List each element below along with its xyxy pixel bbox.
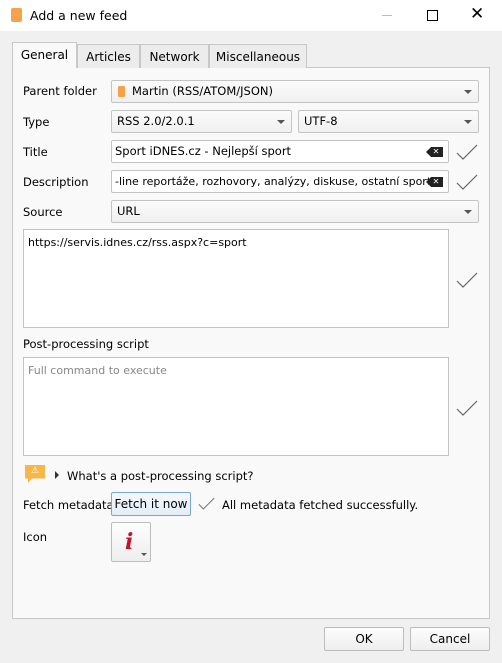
icon-picker-button[interactable]: i (111, 522, 151, 562)
check-icon (198, 497, 215, 510)
maximize-button[interactable] (427, 10, 438, 21)
check-icon (456, 400, 478, 416)
chevron-down-icon (277, 120, 285, 124)
description-value: -line reportáže, rozhovory, analýzy, dis… (115, 175, 440, 188)
url-value: https://servis.idnes.cz/rss.aspx?c=sport (28, 236, 247, 249)
title-label: Title (23, 145, 48, 159)
rss-icon (11, 8, 22, 22)
parent-folder-value: Martin (RSS/ATOM/JSON) (132, 84, 273, 98)
close-button[interactable]: ✕ (470, 4, 484, 24)
rss-folder-icon (118, 86, 125, 97)
fetch-it-now-button[interactable]: Fetch it now (111, 492, 191, 516)
fetch-metadata-label: Fetch metadata (23, 498, 114, 512)
icon-label: Icon (23, 530, 48, 544)
ok-button[interactable]: OK (324, 627, 404, 651)
tab-miscellaneous[interactable]: Miscellaneous (209, 44, 307, 68)
window-title: Add a new feed (30, 8, 128, 23)
chevron-down-icon (464, 90, 472, 94)
post-processing-placeholder: Full command to execute (28, 364, 167, 377)
tab-articles[interactable]: Articles (77, 44, 140, 68)
chevron-down-icon (464, 120, 472, 124)
tab-general[interactable]: General (12, 42, 77, 68)
parent-folder-label: Parent folder (23, 84, 97, 98)
fetch-status: All metadata fetched successfully. (222, 498, 419, 512)
url-textarea[interactable]: https://servis.idnes.cz/rss.aspx?c=sport (23, 229, 449, 328)
chevron-down-icon (464, 210, 472, 214)
expand-arrow-icon[interactable] (55, 471, 59, 479)
encoding-value: UTF-8 (304, 114, 338, 128)
source-label: Source (23, 205, 63, 219)
check-icon (456, 174, 478, 190)
title-input[interactable]: Sport iDNES.cz - Nejlepší sport ✕ (111, 140, 449, 163)
check-icon (456, 144, 478, 160)
feed-icon: i (125, 529, 134, 555)
description-input[interactable]: -line reportáže, rozhovory, analýzy, dis… (111, 170, 449, 193)
clear-icon[interactable]: ✕ (426, 147, 443, 157)
title-value: Sport iDNES.cz - Nejlepší sport (115, 144, 292, 158)
chevron-down-icon (141, 553, 147, 556)
type-label: Type (23, 115, 50, 129)
tab-network[interactable]: Network (140, 44, 209, 68)
description-label: Description (23, 175, 89, 189)
post-processing-hint-link[interactable]: What's a post-processing script? (67, 469, 254, 483)
source-value: URL (117, 204, 140, 218)
source-combo[interactable]: URL (111, 200, 479, 223)
post-processing-textarea[interactable]: Full command to execute (23, 357, 449, 456)
check-icon (456, 272, 478, 288)
parent-folder-combo[interactable]: Martin (RSS/ATOM/JSON) (111, 80, 479, 103)
cancel-button[interactable]: Cancel (410, 627, 490, 651)
type-combo[interactable]: RSS 2.0/2.0.1 (111, 110, 292, 133)
type-value: RSS 2.0/2.0.1 (117, 114, 195, 128)
encoding-combo[interactable]: UTF-8 (298, 110, 479, 133)
minimize-button[interactable] (382, 15, 392, 16)
post-processing-label: Post-processing script (23, 337, 149, 351)
